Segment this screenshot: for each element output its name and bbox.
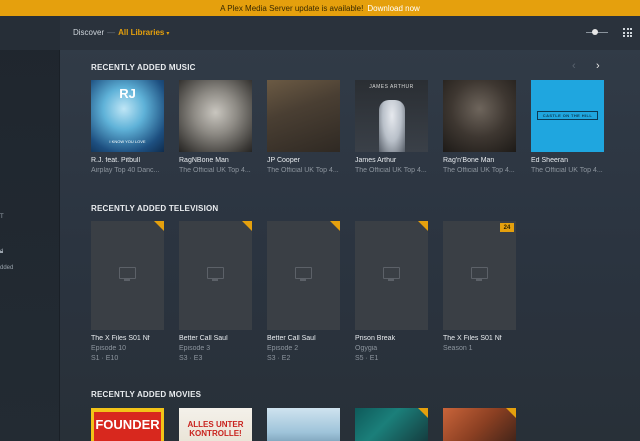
card-subtitle: Ogygia (355, 345, 378, 352)
tv-icon (471, 267, 488, 281)
album-art-text: RJ (119, 86, 136, 101)
update-banner-text: A Plex Media Server update is available! (220, 3, 364, 13)
album-art[interactable] (443, 80, 516, 152)
card-title[interactable]: James Arthur (355, 157, 428, 164)
card-meta: S3 · E3 (179, 355, 203, 362)
breadcrumb-separator: — (107, 28, 116, 37)
card-title[interactable]: Ed Sheeran (531, 157, 604, 164)
tv-icon (207, 267, 224, 281)
sidebar-header (0, 16, 60, 50)
unwatched-indicator (242, 221, 252, 231)
section-title-music[interactable]: RECENTLY ADDED MUSIC (91, 63, 196, 72)
tv-card[interactable]: 24 The X Files S01 Nf Season 1 (443, 221, 516, 352)
card-title[interactable]: Better Call Saul (179, 335, 252, 342)
music-card[interactable]: RagNBone Man The Official UK Top 4... (179, 80, 252, 174)
card-meta: S5 · E1 (355, 355, 379, 362)
music-card[interactable]: Rag'n'Bone Man The Official UK Top 4... (443, 80, 516, 174)
card-subtitle: The Official UK Top 4... (267, 167, 339, 174)
breadcrumb: Discover — All Libraries ▾ (73, 28, 169, 37)
card-title[interactable]: The X Files S01 Nf (91, 335, 164, 342)
unwatched-indicator (154, 221, 164, 231)
movie-card[interactable] (443, 408, 516, 441)
sidebar-item-fragment[interactable]: T (0, 214, 4, 220)
album-art-figure (379, 100, 405, 152)
music-card[interactable]: JP Cooper The Official UK Top 4... (267, 80, 340, 174)
section-title-movies[interactable]: RECENTLY ADDED MOVIES (91, 390, 201, 399)
album-art[interactable]: RJ I KNOW YOU LOVE (91, 80, 164, 152)
movie-poster[interactable] (443, 408, 516, 441)
movie-poster[interactable] (355, 408, 428, 441)
album-art[interactable]: CASTLE ON THE HILL (531, 80, 604, 152)
unwatched-indicator (418, 408, 428, 418)
tv-poster[interactable]: 24 (443, 221, 516, 330)
album-art-subtext: I KNOW YOU LOVE (109, 139, 146, 144)
card-title[interactable]: RagNBone Man (179, 157, 252, 164)
movie-poster[interactable]: ALLES UNTER KONTROLLE! (179, 408, 252, 441)
movie-card[interactable]: ALLES UNTER KONTROLLE! (179, 408, 252, 441)
tv-icon (295, 267, 312, 281)
chevron-left-icon[interactable]: ‹ (572, 60, 576, 72)
music-card[interactable]: JAMES ARTHUR James Arthur The Official U… (355, 80, 428, 174)
chevron-down-icon[interactable]: ▾ (166, 31, 169, 37)
sidebar-item-fragment[interactable]: dded (0, 265, 13, 271)
update-banner: A Plex Media Server update is available!… (0, 0, 640, 16)
tv-card[interactable]: Better Call Saul Episode 2 S3 · E2 (267, 221, 340, 362)
card-subtitle: The Official UK Top 4... (355, 167, 427, 174)
music-card[interactable]: CASTLE ON THE HILL Ed Sheeran The Offici… (531, 80, 604, 174)
unwatched-count-badge: 24 (500, 223, 514, 232)
card-subtitle: Season 1 (443, 345, 473, 352)
movie-card[interactable]: FOUNDER (91, 408, 164, 441)
card-subtitle: Airplay Top 40 Danc... (91, 167, 160, 174)
download-now-link[interactable]: Download now (367, 4, 419, 13)
poster-title-text: ALLES UNTER KONTROLLE! (187, 420, 244, 438)
section-title-television[interactable]: RECENTLY ADDED TELEVISION (91, 204, 218, 213)
card-subtitle: Episode 2 (267, 345, 299, 352)
tv-icon (383, 267, 400, 281)
discover-link[interactable]: Discover (73, 28, 104, 37)
grid-view-icon[interactable] (623, 28, 632, 37)
poster-size-slider-handle[interactable] (592, 29, 598, 35)
card-title[interactable]: Rag'n'Bone Man (443, 157, 516, 164)
album-art[interactable] (179, 80, 252, 152)
tv-icon (119, 267, 136, 281)
movie-poster[interactable]: FOUNDER (91, 408, 164, 441)
card-subtitle: The Official UK Top 4... (443, 167, 515, 174)
tv-poster[interactable] (355, 221, 428, 330)
tv-card[interactable]: The X Files S01 Nf Episode 10 S1 · E10 (91, 221, 164, 362)
card-title[interactable]: Prison Break (355, 335, 428, 342)
tv-poster[interactable] (91, 221, 164, 330)
unwatched-indicator (330, 221, 340, 231)
unwatched-indicator (506, 408, 516, 418)
album-art-text: CASTLE ON THE HILL (542, 113, 593, 118)
movie-card[interactable] (267, 408, 340, 441)
unwatched-indicator (418, 221, 428, 231)
card-subtitle: Episode 10 (91, 345, 127, 352)
library-filter-dropdown[interactable]: All Libraries (118, 28, 164, 37)
top-bar: Discover — All Libraries ▾ (60, 16, 640, 50)
chevron-right-icon[interactable]: › (596, 60, 600, 72)
tv-card[interactable]: Better Call Saul Episode 3 S3 · E3 (179, 221, 252, 362)
tv-card[interactable]: Prison Break Ogygia S5 · E1 (355, 221, 428, 362)
sidebar-marker (0, 251, 3, 253)
album-art[interactable]: JAMES ARTHUR (355, 80, 428, 152)
tv-poster[interactable] (179, 221, 252, 330)
album-art[interactable] (267, 80, 340, 152)
card-meta: S1 · E10 (91, 355, 119, 362)
card-title[interactable]: R.J. feat. Pitbull (91, 157, 164, 164)
card-meta: S3 · E2 (267, 355, 291, 362)
card-title[interactable]: Better Call Saul (267, 335, 340, 342)
movie-card[interactable] (355, 408, 428, 441)
card-title[interactable]: JP Cooper (267, 157, 340, 164)
poster-title-text: FOUNDER (95, 417, 160, 432)
main-content: Discover — All Libraries ▾ RECENTLY ADDED M… (60, 16, 640, 441)
card-subtitle: Episode 3 (179, 345, 211, 352)
card-subtitle: The Official UK Top 4... (179, 167, 251, 174)
music-card[interactable]: RJ I KNOW YOU LOVE R.J. feat. Pitbull Ai… (91, 80, 164, 174)
sidebar: T d dded (0, 16, 60, 441)
album-art-text: JAMES ARTHUR (369, 84, 414, 90)
tv-poster[interactable] (267, 221, 340, 330)
movie-poster[interactable] (267, 408, 340, 441)
card-title[interactable]: The X Files S01 Nf (443, 335, 516, 342)
card-subtitle: The Official UK Top 4... (531, 167, 603, 174)
